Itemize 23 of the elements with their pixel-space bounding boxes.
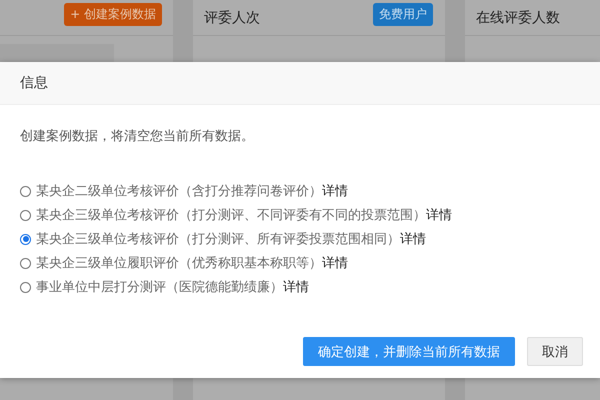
card-title: 评委人次 (204, 8, 260, 26)
option-label[interactable]: 某央企三级单位考核评价（打分测评、不同评委有不同的投票范围） (36, 206, 426, 224)
radio-button[interactable] (20, 210, 31, 220)
option-label[interactable]: 某央企三级单位考核评价（打分测评、所有评委投票范围相同） (36, 230, 400, 248)
card-title: 在线评委人数 (476, 8, 560, 26)
plan-badge: 免费用户 (373, 3, 433, 26)
details-link[interactable]: 详情 (426, 206, 452, 224)
option-label[interactable]: 事业单位中层打分测评（医院德能勤绩廉） (36, 278, 283, 296)
confirm-button[interactable]: 确定创建，并删除当前所有数据 (303, 337, 515, 366)
cancel-button[interactable]: 取消 (527, 337, 583, 366)
radio-button[interactable] (20, 234, 31, 244)
option-label[interactable]: 某央企三级单位履职评价（优秀称职基本称职等） (36, 254, 322, 272)
dialog-title: 信息 (0, 62, 600, 105)
radio-button[interactable] (20, 282, 31, 292)
create-case-button[interactable]: + 创建案例数据 (64, 3, 162, 26)
details-link[interactable]: 详情 (322, 254, 348, 272)
details-link[interactable]: 详情 (322, 182, 348, 200)
dialog-message: 创建案例数据，将清空您当前所有数据。 (20, 128, 255, 145)
radio-button[interactable] (20, 186, 31, 196)
details-link[interactable]: 详情 (283, 278, 309, 296)
details-link[interactable]: 详情 (400, 230, 426, 248)
option-label[interactable]: 某央企二级单位考核评价（含打分推荐问卷评价） (36, 182, 322, 200)
radio-button[interactable] (20, 258, 31, 268)
